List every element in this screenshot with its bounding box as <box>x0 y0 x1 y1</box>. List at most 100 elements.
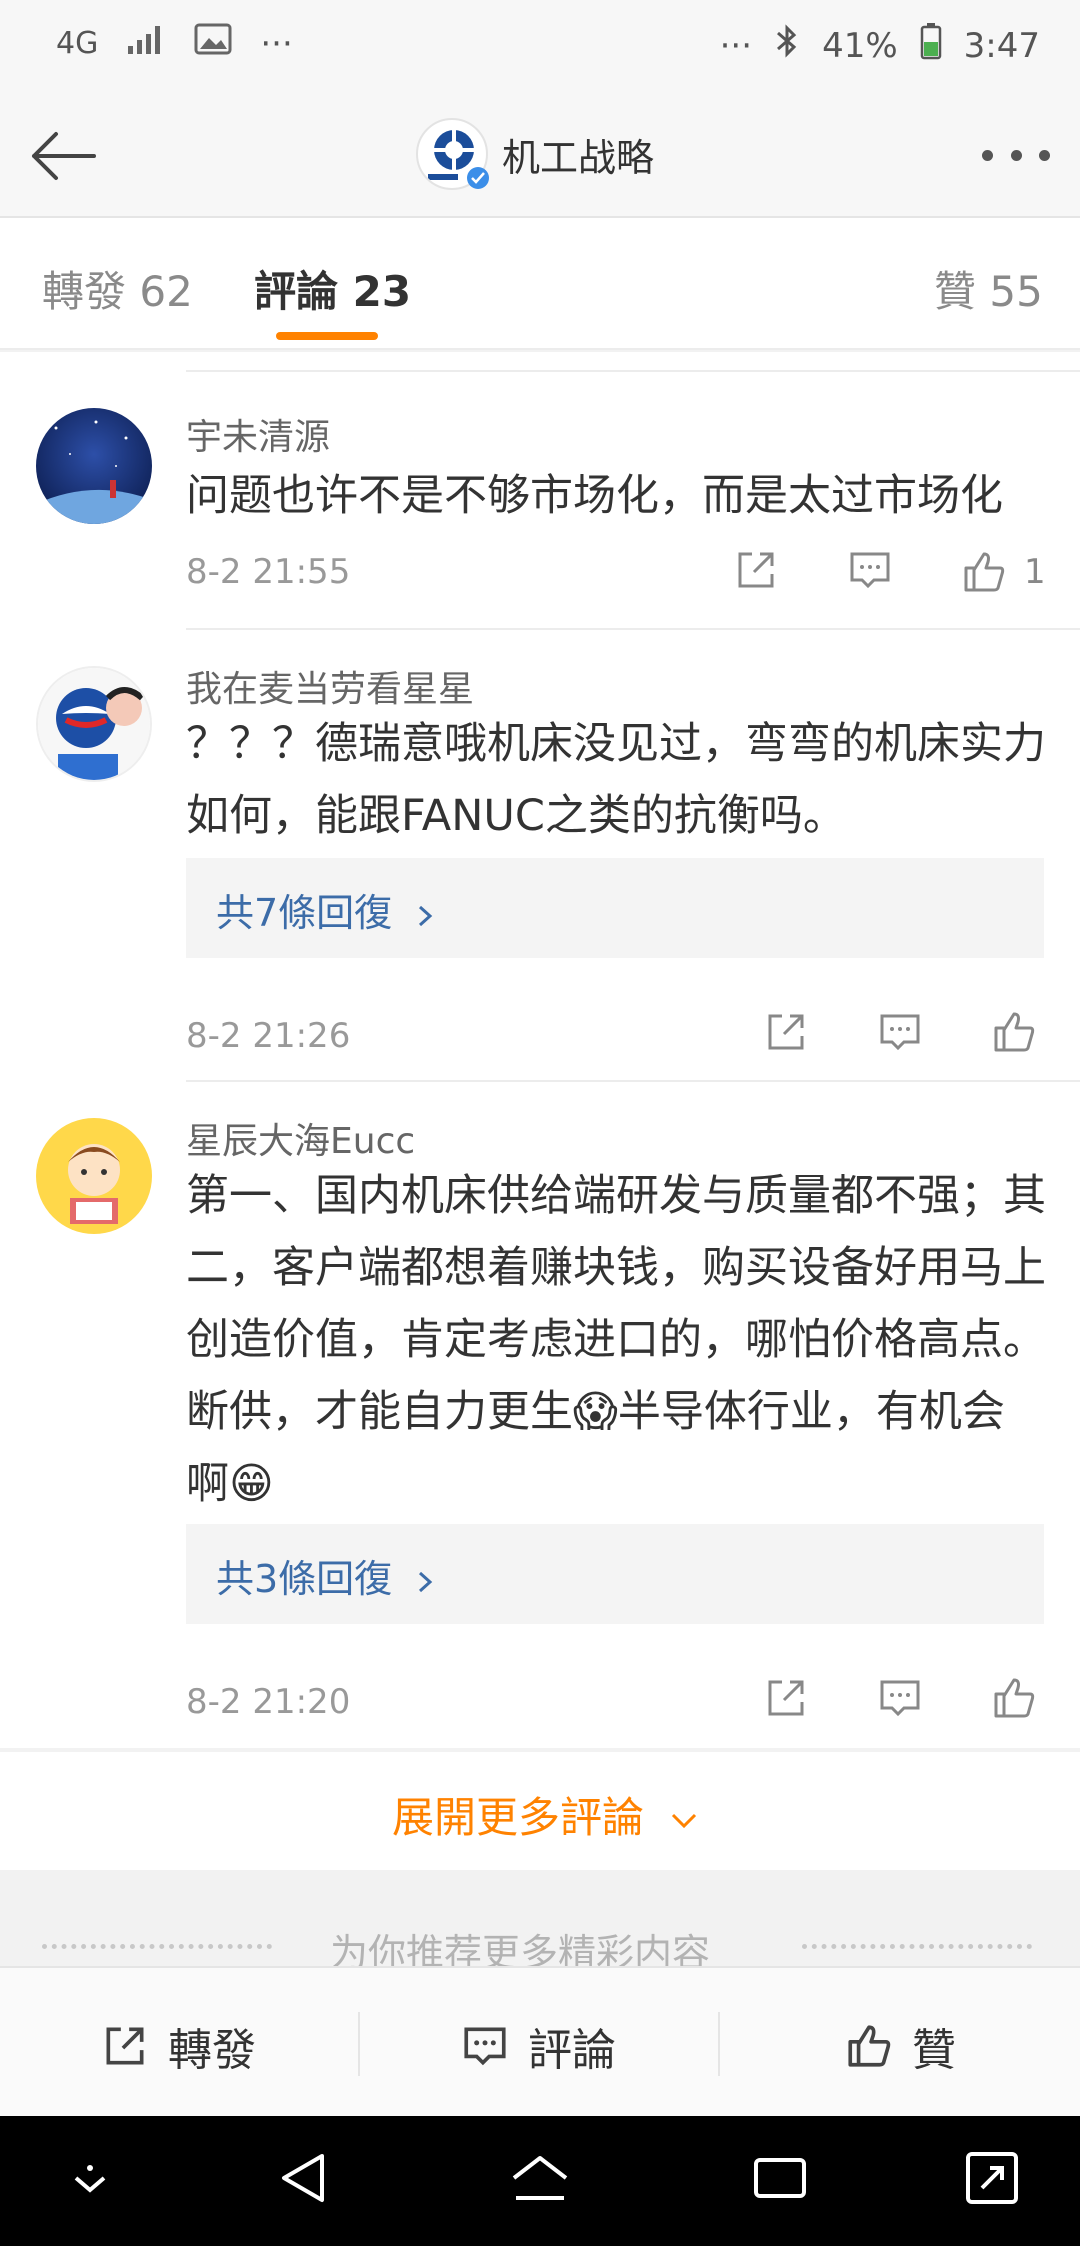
divider <box>358 2012 360 2076</box>
comment-actions: 1 <box>732 546 1046 598</box>
status-dots-right: ··· <box>719 25 753 66</box>
like-button[interactable]: 1 <box>960 548 1046 596</box>
reply-button[interactable] <box>876 1008 924 1060</box>
comment-icon <box>880 1680 920 1717</box>
page-title: 机工战略 <box>502 135 655 180</box>
divider <box>718 2012 720 2076</box>
avatar[interactable] <box>36 1118 152 1234</box>
network-indicator: 4G <box>56 26 99 61</box>
dotted-divider <box>42 1944 272 1949</box>
tab-likes[interactable]: 贊 55 <box>934 258 1043 319</box>
verified-icon <box>466 166 490 194</box>
view-replies-link[interactable]: 共3條回復 <box>216 1548 438 1603</box>
like-count: 1 <box>1024 552 1046 592</box>
tab-repost[interactable]: 轉發 62 <box>42 258 193 319</box>
like-button[interactable] <box>990 1674 1038 1726</box>
dismiss-keyboard-icon[interactable] <box>62 2146 118 2210</box>
user-name[interactable]: 宇未清源 <box>186 408 330 460</box>
comment-item: 我在麦当劳看星星 ？？？德瑞意哦机床没见过，弯弯的机床实力如何，能跟FANUC之… <box>36 630 1080 1082</box>
comment-icon <box>850 552 890 589</box>
comment-list: 宇未清源 问题也许不是不够市场化，而是太过市场化 8-2 21:55 1 我在麦… <box>0 352 1080 1748</box>
share-button[interactable] <box>732 546 780 598</box>
reply-summary[interactable]: 共3條回復 <box>186 1524 1044 1624</box>
comment-actions <box>762 1008 1038 1060</box>
comment-button[interactable]: 評論 <box>460 2014 616 2078</box>
thumbs-up-icon <box>848 2025 891 2067</box>
divider <box>186 352 1080 372</box>
chevron-right-icon <box>419 1571 433 1592</box>
image-icon <box>194 23 232 64</box>
more-dot <box>1010 149 1022 161</box>
view-replies-link[interactable]: 共7條回復 <box>216 882 438 937</box>
share-icon <box>106 2027 144 2065</box>
battery-percent: 41% <box>822 25 898 66</box>
chevron-right-icon <box>419 905 433 926</box>
tab-bar: 轉發 62 評論 23 贊 55 <box>0 218 1080 350</box>
nav-bar: 机工战略 <box>0 90 1080 218</box>
status-bar: 4G ··· ··· 41% 3:47 <box>0 0 1080 90</box>
reply-count-label: 共7條回復 <box>216 891 393 935</box>
share-icon <box>768 1014 804 1050</box>
comment-text: 问题也许不是不够市场化，而是太过市场化 <box>186 471 1003 521</box>
tab-count: 55 <box>989 267 1043 316</box>
like-button-bottom[interactable]: 贊 <box>844 2014 956 2078</box>
avatar[interactable] <box>36 408 152 524</box>
dotted-divider <box>802 1944 1032 1949</box>
more-dot <box>1039 149 1050 161</box>
user-name[interactable]: 星辰大海Eucc <box>186 1112 415 1164</box>
expand-screen-icon[interactable] <box>960 2146 1024 2210</box>
reply-count-label: 共3條回復 <box>216 1557 393 1601</box>
thumbs-up-icon <box>994 1678 1035 1718</box>
comment-icon <box>880 1014 920 1051</box>
repost-button[interactable]: 轉發 <box>100 2014 256 2078</box>
battery-icon <box>920 22 942 69</box>
avatar[interactable] <box>36 666 152 782</box>
tab-count: 23 <box>352 267 412 316</box>
share-icon <box>768 1680 804 1716</box>
account-header[interactable]: 机工战略 <box>416 114 654 194</box>
more-button[interactable] <box>976 130 1056 180</box>
expand-more-text: 展開更多評論 <box>392 1793 645 1842</box>
system-nav-bar <box>0 2116 1080 2246</box>
thumbs-up-icon <box>964 552 1005 592</box>
share-button[interactable] <box>762 1674 810 1726</box>
home-nav-icon[interactable] <box>508 2146 572 2210</box>
thumbs-up-icon <box>994 1012 1035 1052</box>
comment-icon <box>464 2027 506 2066</box>
repost-label: 轉發 <box>168 2025 256 2076</box>
bottom-action-bar: 轉發 評論 贊 <box>0 1966 1080 2116</box>
recommend-section: 为你推荐更多精彩内容 <box>0 1872 1080 1975</box>
share-icon <box>738 552 774 588</box>
comment-time: 8-2 21:55 <box>186 552 351 592</box>
back-button[interactable] <box>24 116 104 196</box>
comment-item: 星辰大海Eucc 第一、国内机床供给端研发与质量都不强；其二，客户端都想着赚块钱… <box>36 1082 1080 1748</box>
comment-text: ？？？德瑞意哦机床没见过，弯弯的机床实力如何，能跟FANUC之类的抗衡吗。 <box>186 719 1046 841</box>
back-nav-icon[interactable] <box>272 2146 336 2210</box>
tab-label: 轉發 <box>42 267 127 316</box>
comment-text: 第一、国内机床供给端研发与质量都不强；其二，客户端都想着赚块钱，购买设备好用马上… <box>186 1171 1046 1509</box>
user-name[interactable]: 我在麦当劳看星星 <box>186 660 474 712</box>
chevron-down-icon <box>672 1813 697 1828</box>
tab-count: 62 <box>139 267 193 316</box>
recents-nav-icon[interactable] <box>748 2146 812 2210</box>
share-button[interactable] <box>762 1008 810 1060</box>
like-button[interactable] <box>990 1008 1038 1060</box>
reply-summary[interactable]: 共7條回復 <box>186 858 1044 958</box>
comment-item: 宇未清源 问题也许不是不够市场化，而是太过市场化 8-2 21:55 1 <box>36 372 1080 630</box>
expand-more-comments[interactable]: 展開更多評論 <box>0 1752 1080 1870</box>
signal-icon <box>126 22 166 65</box>
bluetooth-icon <box>774 23 800 68</box>
comment-time: 8-2 21:26 <box>186 1016 351 1056</box>
tab-comments[interactable]: 評論 23 <box>254 258 411 319</box>
reply-button[interactable] <box>876 1674 924 1726</box>
tab-label: 評論 <box>254 267 339 316</box>
status-dots-left: ··· <box>260 23 293 64</box>
arrow-left-icon <box>32 132 96 180</box>
expand-more-label: 展開更多評論 <box>392 1784 701 1845</box>
tab-underline <box>276 332 378 340</box>
tab-label: 贊 <box>934 267 977 316</box>
comment-time: 8-2 21:20 <box>186 1682 351 1722</box>
more-dot <box>982 149 993 161</box>
clock: 3:47 <box>963 25 1040 66</box>
reply-button[interactable] <box>846 546 894 598</box>
